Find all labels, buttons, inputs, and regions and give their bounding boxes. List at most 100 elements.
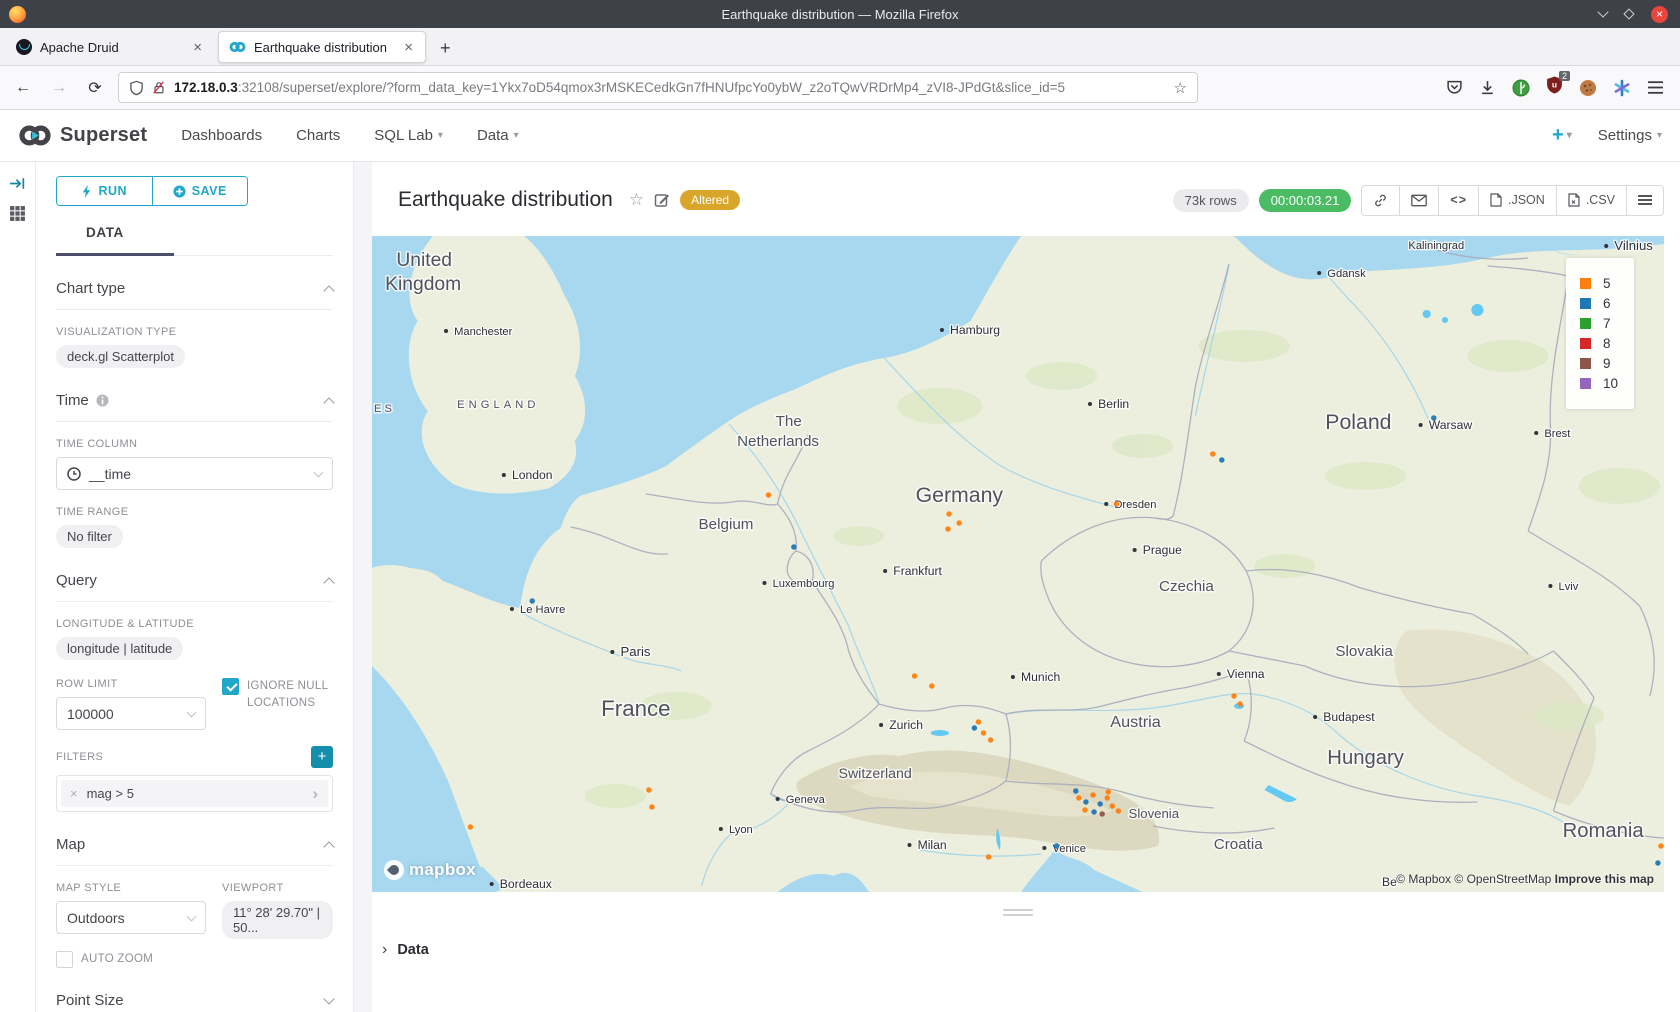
extension-green-icon[interactable] <box>1512 79 1530 97</box>
extension-asterisk-icon[interactable] <box>1613 79 1631 97</box>
scatter-point[interactable] <box>1083 799 1088 804</box>
pocket-icon[interactable] <box>1446 79 1463 96</box>
forward-button[interactable]: → <box>46 79 72 97</box>
scatter-point[interactable] <box>976 719 981 724</box>
scatter-point[interactable] <box>972 725 977 730</box>
scatter-point[interactable] <box>1219 457 1224 462</box>
scatter-point[interactable] <box>988 737 993 742</box>
mapbox-logo[interactable]: mapbox <box>384 860 476 880</box>
section-point-size-header[interactable]: Point Size <box>56 992 333 1009</box>
attribution-osm[interactable]: © OpenStreetMap <box>1454 872 1551 886</box>
nav-dashboards[interactable]: Dashboards <box>181 127 262 144</box>
scatter-point[interactable] <box>1210 451 1215 456</box>
bookmark-star-icon[interactable]: ☆ <box>1174 79 1187 97</box>
scatter-point[interactable] <box>981 730 986 735</box>
tab-close-icon[interactable]: × <box>191 39 204 56</box>
scatter-point[interactable] <box>986 854 991 859</box>
insecure-lock-icon[interactable] <box>152 80 166 95</box>
scatter-point[interactable] <box>956 520 961 525</box>
tab-data[interactable]: DATA <box>86 225 124 240</box>
section-map-header[interactable]: Map <box>56 836 333 853</box>
scatter-point[interactable] <box>1431 415 1436 420</box>
scatter-point[interactable] <box>468 824 473 829</box>
scatter-point[interactable] <box>1658 843 1663 848</box>
scatter-point[interactable] <box>929 683 934 688</box>
export-json-button[interactable]: .JSON <box>1478 186 1556 215</box>
new-tab-button[interactable]: + <box>428 38 463 65</box>
scatter-point[interactable] <box>649 804 654 809</box>
scatter-point[interactable] <box>1091 809 1096 814</box>
window-minimize-icon[interactable] <box>1597 6 1608 17</box>
section-chart-type-header[interactable]: Chart type <box>56 280 333 297</box>
scatter-point[interactable] <box>1099 811 1104 816</box>
filter-item[interactable]: × mag > 5 › <box>61 780 328 807</box>
auto-zoom-checkbox[interactable] <box>56 951 73 968</box>
attribution-improve-link[interactable]: Improve this map <box>1555 872 1654 886</box>
scatter-point[interactable] <box>529 598 534 603</box>
nav-sql-lab[interactable]: SQL Lab▾ <box>374 127 443 144</box>
window-close-button[interactable]: × <box>1651 6 1668 23</box>
scatter-point[interactable] <box>1231 693 1236 698</box>
chevron-right-icon[interactable]: › <box>302 784 328 804</box>
scatter-point[interactable] <box>945 526 950 531</box>
scatter-point[interactable] <box>1237 701 1242 706</box>
scatter-point[interactable] <box>1106 789 1111 794</box>
map-style-select[interactable]: Outdoors <box>56 901 206 934</box>
scatter-point[interactable] <box>791 544 796 549</box>
row-limit-select[interactable]: 100000 <box>56 697 206 730</box>
run-button[interactable]: RUN <box>57 177 152 205</box>
chart-menu-button[interactable] <box>1626 186 1663 215</box>
tab-earthquake-distribution[interactable]: Earthquake distribution × <box>218 31 426 63</box>
altered-badge[interactable]: Altered <box>680 190 740 210</box>
scatter-point[interactable] <box>646 787 651 792</box>
scatter-point[interactable] <box>1114 501 1119 506</box>
nav-settings[interactable]: Settings▾ <box>1598 127 1662 144</box>
lonlat-value[interactable]: longitude | latitude <box>56 637 183 660</box>
tab-apache-druid[interactable]: Apache Druid × <box>6 31 214 63</box>
menu-hamburger-icon[interactable] <box>1647 80 1664 95</box>
favorite-star-icon[interactable]: ☆ <box>629 190 644 210</box>
time-column-select[interactable]: __time <box>56 457 333 490</box>
time-range-value[interactable]: No filter <box>56 525 123 548</box>
embed-code-button[interactable]: <> <box>1438 186 1478 215</box>
copy-link-button[interactable] <box>1362 186 1399 215</box>
back-button[interactable]: ← <box>10 79 36 97</box>
section-query-header[interactable]: Query <box>56 572 333 589</box>
scatter-point[interactable] <box>1073 788 1078 793</box>
window-maximize-icon[interactable] <box>1623 8 1634 19</box>
scatter-point[interactable] <box>912 673 917 678</box>
scatter-point[interactable] <box>766 492 771 497</box>
export-csv-button[interactable]: .CSV <box>1556 186 1626 215</box>
shield-permissions-icon[interactable] <box>129 80 144 96</box>
nav-data[interactable]: Data▾ <box>477 127 519 144</box>
resize-drag-handle[interactable] <box>1003 906 1033 919</box>
section-time-header[interactable]: Time <box>56 392 333 409</box>
scatter-point[interactable] <box>1116 808 1121 813</box>
chart-title[interactable]: Earthquake distribution <box>398 188 613 212</box>
new-chart-button[interactable]: +▾ <box>1552 124 1572 147</box>
viz-type-value[interactable]: deck.gl Scatterplot <box>56 345 185 368</box>
scatter-point[interactable] <box>1082 807 1087 812</box>
save-button[interactable]: SAVE <box>152 177 248 205</box>
remove-filter-icon[interactable]: × <box>61 786 87 801</box>
scatter-point[interactable] <box>1655 860 1660 865</box>
add-filter-button[interactable]: + <box>311 746 333 768</box>
tab-close-icon[interactable]: × <box>402 39 415 56</box>
url-field[interactable]: 172.18.0.3:32108/superset/explore/?form_… <box>118 72 1198 103</box>
scatter-point[interactable] <box>1097 801 1102 806</box>
edit-properties-icon[interactable] <box>654 192 670 208</box>
email-button[interactable] <box>1399 186 1438 215</box>
ublock-icon[interactable]: u 2 <box>1546 76 1563 99</box>
attribution-mapbox[interactable]: © Mapbox <box>1396 872 1451 886</box>
collapse-panel-icon[interactable] <box>9 176 26 191</box>
dataset-grid-icon[interactable] <box>9 205 26 222</box>
scatter-point[interactable] <box>1110 803 1115 808</box>
data-results-panel-header[interactable]: › Data <box>372 931 1664 969</box>
cookie-extension-icon[interactable] <box>1579 79 1597 97</box>
map-canvas[interactable]: UnitedKingdomENGLANDESTheNetherlandsBelg… <box>372 236 1664 892</box>
ignore-null-checkbox[interactable] <box>222 678 239 695</box>
scatter-point[interactable] <box>1054 843 1059 848</box>
downloads-icon[interactable] <box>1479 79 1496 96</box>
viewport-value[interactable]: 11° 28' 29.70" | 50... <box>222 901 333 939</box>
reload-button[interactable]: ⟳ <box>82 78 108 98</box>
